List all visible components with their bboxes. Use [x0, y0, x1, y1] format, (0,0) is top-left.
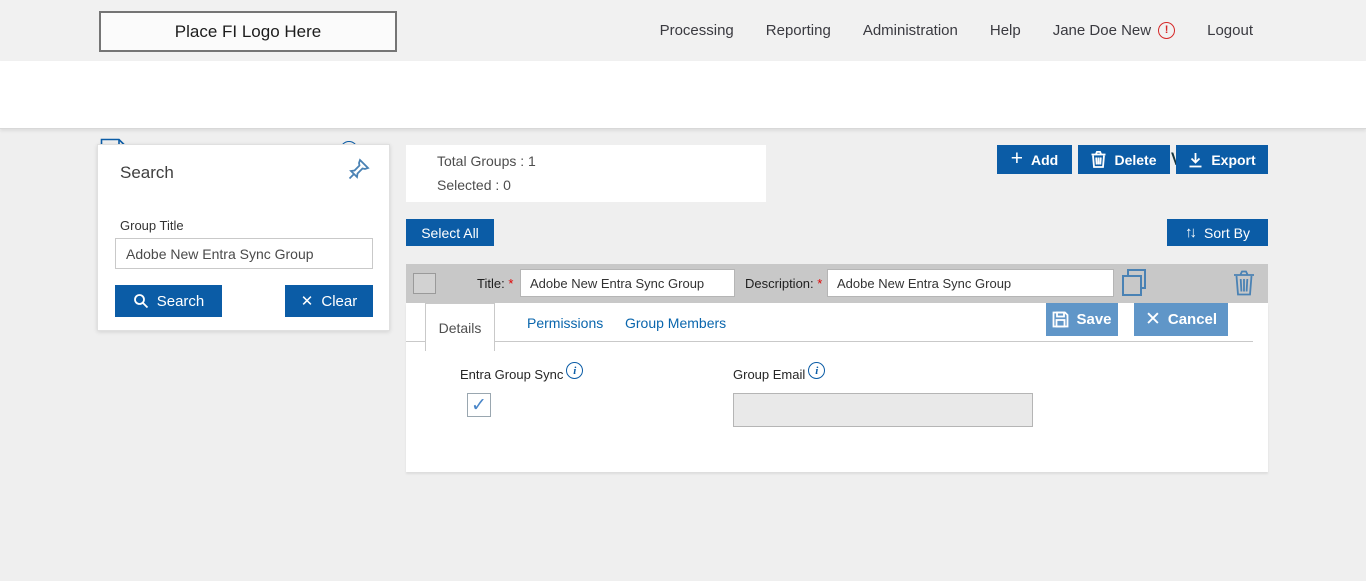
top-bar: Place FI Logo Here Processing Reporting …: [0, 0, 1366, 61]
trash-icon: [1091, 151, 1106, 168]
title-required-marker: *: [508, 276, 513, 291]
plus-icon: +: [1011, 148, 1023, 169]
title-input[interactable]: [520, 269, 735, 297]
group-email-info-icon[interactable]: i: [808, 362, 825, 379]
group-detail-panel: Details Permissions Group Members Save ✕…: [406, 303, 1268, 472]
clear-button[interactable]: ✕ Clear: [285, 285, 373, 317]
user-name: Jane Doe New: [1053, 22, 1151, 39]
cancel-x-icon: ✕: [1145, 310, 1161, 329]
save-button[interactable]: Save: [1046, 303, 1118, 336]
nav-administration[interactable]: Administration: [863, 22, 958, 39]
total-groups-text: Total Groups : 1: [437, 153, 536, 169]
page-header: Group Maintenance i Kinective Sign: [0, 61, 1366, 129]
nav-reporting[interactable]: Reporting: [766, 22, 831, 39]
fi-logo-text: Place FI Logo Here: [175, 22, 321, 42]
selected-count-text: Selected : 0: [437, 177, 511, 193]
cancel-button[interactable]: ✕ Cancel: [1134, 303, 1228, 336]
group-title-label: Group Title: [120, 218, 184, 233]
group-maintenance-screen: Place FI Logo Here Processing Reporting …: [0, 0, 1366, 581]
search-panel: Search Group Title Search ✕ Clear: [97, 144, 390, 331]
save-icon: [1052, 311, 1069, 328]
delete-button[interactable]: Delete: [1078, 145, 1170, 174]
description-required-marker: *: [817, 276, 822, 291]
export-button[interactable]: Export: [1176, 145, 1268, 174]
summary-box: Total Groups : 1 Selected : 0: [406, 145, 766, 202]
sort-by-button[interactable]: ↑↓ Sort By: [1167, 219, 1268, 246]
group-title-input[interactable]: [115, 238, 373, 269]
select-all-button[interactable]: Select All: [406, 219, 494, 246]
group-row-checkbox[interactable]: [413, 273, 436, 294]
tab-permissions[interactable]: Permissions: [513, 303, 617, 342]
search-panel-title: Search: [120, 163, 174, 183]
entra-group-sync-info-icon[interactable]: i: [566, 362, 583, 379]
search-icon: [133, 293, 149, 309]
nav-logout[interactable]: Logout: [1207, 22, 1253, 39]
group-email-label: Group Email i: [733, 367, 825, 382]
entra-group-sync-label: Entra Group Sync i: [460, 367, 583, 382]
tab-details[interactable]: Details: [425, 303, 495, 351]
top-navigation: Processing Reporting Administration Help…: [660, 0, 1253, 61]
entra-group-sync-checkbox[interactable]: ✓: [467, 393, 491, 417]
copy-icon[interactable]: [1122, 269, 1150, 297]
group-email-input[interactable]: [733, 393, 1033, 427]
description-label: Description: *: [745, 276, 822, 291]
nav-user-menu[interactable]: Jane Doe New !: [1053, 22, 1175, 39]
checkbox-check-icon: ✓: [471, 394, 487, 417]
search-button[interactable]: Search: [115, 285, 222, 317]
row-trash-icon[interactable]: [1233, 270, 1255, 296]
pin-icon[interactable]: [347, 157, 371, 181]
description-input[interactable]: [827, 269, 1114, 297]
nav-help[interactable]: Help: [990, 22, 1021, 39]
fi-logo-placeholder: Place FI Logo Here: [99, 11, 397, 52]
add-button[interactable]: + Add: [997, 145, 1072, 174]
download-icon: [1188, 152, 1203, 168]
nav-processing[interactable]: Processing: [660, 22, 734, 39]
user-alert-icon: !: [1158, 22, 1175, 39]
title-label: Title: *: [477, 276, 513, 291]
tab-group-members[interactable]: Group Members: [611, 303, 740, 342]
sort-arrows-icon: ↑↓: [1185, 225, 1194, 240]
clear-x-icon: ✕: [301, 294, 314, 309]
group-row: Title: * Description: *: [406, 264, 1268, 303]
